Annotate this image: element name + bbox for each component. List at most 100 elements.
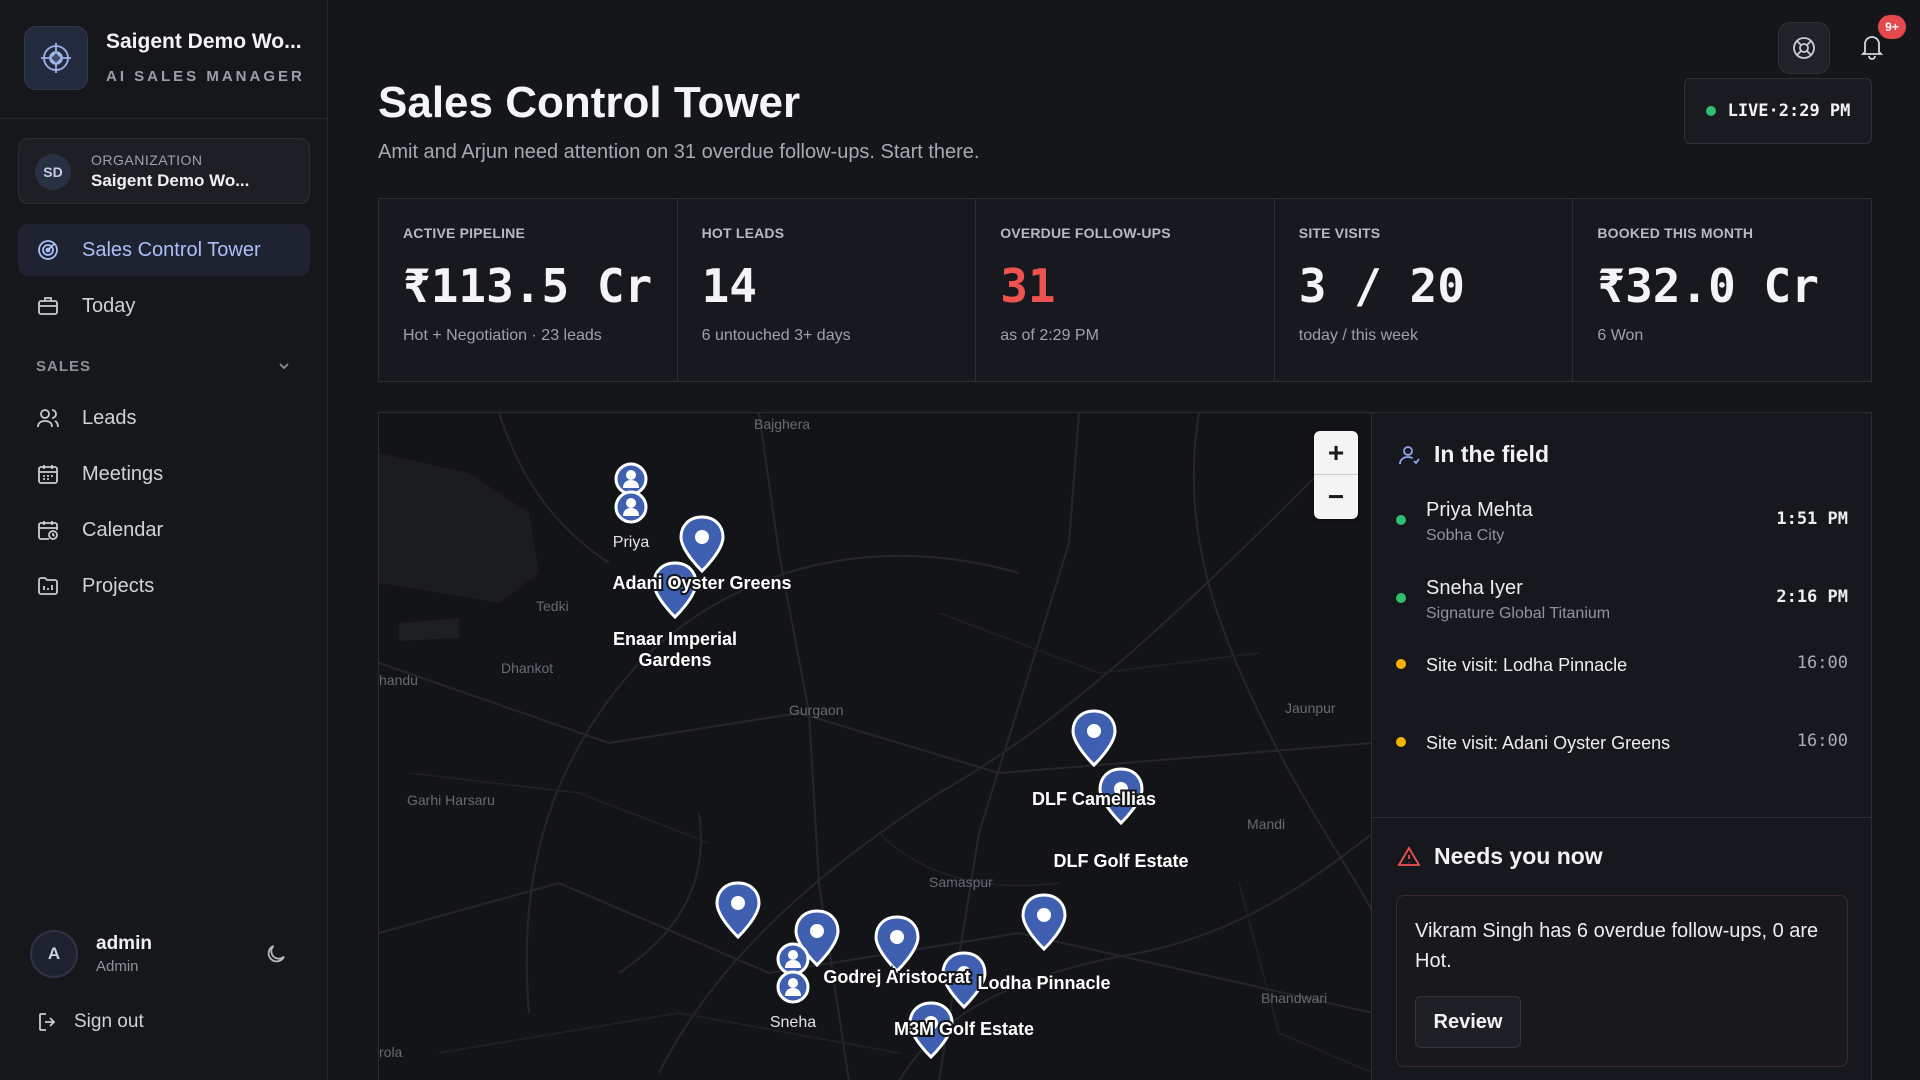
kpi-hot-leads[interactable]: HOT LEADS 14 6 untouched 3+ days	[678, 199, 977, 381]
user-profile[interactable]: A admin Admin	[30, 930, 300, 982]
kpi-sub: as of 2:29 PM	[1000, 327, 1099, 344]
sidebar-item-label: Leads	[82, 406, 137, 429]
map-place-label: Bajghera	[754, 416, 810, 432]
support-button[interactable]	[1778, 22, 1830, 74]
crosshair-logo-icon	[24, 26, 88, 90]
in-the-field-heading: In the field	[1396, 441, 1549, 468]
divider	[0, 118, 328, 119]
map-place-label: Samaspur	[929, 874, 993, 890]
moon-icon[interactable]	[264, 942, 290, 968]
status-dot-icon	[1396, 659, 1406, 669]
status-dot-icon	[1396, 737, 1406, 747]
users-icon	[36, 406, 60, 430]
field-item[interactable]: Sneha Iyer Signature Global Titanium 2:1…	[1396, 569, 1848, 629]
organization-switcher[interactable]: SD ORGANIZATION Saigent Demo Wo...	[18, 138, 310, 204]
field-name: Site visit: Adani Oyster Greens	[1426, 733, 1671, 753]
field-time: 16:00	[1796, 731, 1848, 751]
brand[interactable]: Saigent Demo Wo... AI SALES MANAGER	[24, 26, 324, 92]
status-dot-icon	[1396, 593, 1406, 603]
kpi-sub: 6 Won	[1597, 327, 1644, 344]
kpi-value: 31	[1000, 259, 1056, 313]
kpi-active-pipeline[interactable]: ACTIVE PIPELINE ₹113.5 Cr Hot + Negotiat…	[379, 199, 678, 381]
kpi-site-visits[interactable]: SITE VISITS 3 / 20 today / this week	[1275, 199, 1574, 381]
map-place-label: rola	[379, 1044, 403, 1060]
heading-label: In the field	[1434, 441, 1549, 467]
person-marker-icon[interactable]	[614, 462, 648, 496]
sidebar-item-meetings[interactable]: Meetings	[18, 448, 310, 500]
page-title: Sales Control Tower	[378, 78, 801, 127]
alert-message: Vikram Singh has 6 overdue follow-ups, 0…	[1415, 920, 1819, 972]
map-pin-label: DLF Camellias	[1032, 789, 1156, 809]
live-label: LIVE·2:29 PM	[1727, 101, 1851, 121]
divider	[1372, 817, 1872, 818]
field-name: Priya Mehta	[1426, 499, 1533, 521]
needs-you-now-heading: Needs you now	[1396, 843, 1603, 870]
map-place-label: Tedki	[536, 598, 569, 614]
map-canvas[interactable]: Bajghera Tedki Dhankot handu Gurgaon Gar…	[379, 413, 1372, 1080]
person-icon	[1396, 442, 1422, 468]
org-name: Saigent Demo Wo...	[91, 171, 250, 190]
org-avatar: SD	[35, 154, 71, 190]
person-marker-icon[interactable]	[776, 970, 810, 1004]
user-role: Admin	[96, 958, 139, 975]
map-place-label: Bhandwari	[1261, 990, 1327, 1006]
sidebar-item-today[interactable]: Today	[18, 280, 310, 332]
map-person-label: Priya	[613, 534, 650, 551]
sidebar-item-label: Sales Control Tower	[82, 238, 261, 261]
field-time: 2:16 PM	[1776, 587, 1848, 607]
field-item[interactable]: Site visit: Adani Oyster Greens 16:00	[1396, 713, 1848, 773]
side-panel: In the field Priya Mehta Sobha City 1:51…	[1372, 412, 1872, 1080]
avatar: A	[30, 930, 78, 978]
section-label-sales: SALES	[36, 358, 92, 375]
kpi-booked-this-month[interactable]: BOOKED THIS MONTH ₹32.0 Cr 6 Won	[1573, 199, 1871, 381]
sidebar-item-leads[interactable]: Leads	[18, 392, 310, 444]
map-pin-label: DLF Golf Estate	[1053, 851, 1188, 871]
kpi-sub: Hot + Negotiation · 23 leads	[403, 327, 602, 344]
field-time: 1:51 PM	[1776, 509, 1848, 529]
kpi-overdue-follow-ups[interactable]: OVERDUE FOLLOW-UPS 31 as of 2:29 PM	[976, 199, 1275, 381]
field-place: Signature Global Titanium	[1426, 605, 1611, 622]
map-place-label: Jaunpur	[1285, 700, 1336, 716]
folder-icon	[36, 574, 60, 598]
kpi-value: ₹113.5 Cr	[403, 259, 653, 313]
sidebar-item-sales-control-tower[interactable]: Sales Control Tower	[18, 224, 310, 276]
brand-subtitle: AI SALES MANAGER	[106, 68, 305, 85]
kpi-label: HOT LEADS	[701, 225, 785, 241]
sidebar: Saigent Demo Wo... AI SALES MANAGER SD O…	[0, 0, 328, 1080]
radar-icon	[36, 238, 60, 262]
sidebar-item-calendar[interactable]: Calendar	[18, 504, 310, 556]
chevron-down-icon[interactable]	[276, 358, 292, 374]
person-marker-icon[interactable]	[776, 942, 810, 976]
kpi-label: ACTIVE PIPELINE	[403, 225, 526, 241]
field-item[interactable]: Priya Mehta Sobha City 1:51 PM	[1396, 491, 1848, 551]
kpi-row: ACTIVE PIPELINE ₹113.5 Cr Hot + Negotiat…	[378, 198, 1872, 382]
brand-name: Saigent Demo Wo...	[106, 30, 302, 53]
notification-badge: 9+	[1878, 15, 1906, 39]
map-place-label: Gurgaon	[789, 702, 843, 718]
page-subtitle: Amit and Arjun need attention on 31 over…	[378, 141, 980, 163]
sidebar-item-label: Meetings	[82, 462, 164, 485]
map-place-label: handu	[379, 672, 418, 688]
alert-card: Vikram Singh has 6 overdue follow-ups, 0…	[1396, 895, 1848, 1067]
kpi-label: SITE VISITS	[1298, 225, 1381, 241]
kpi-label: OVERDUE FOLLOW-UPS	[1000, 225, 1171, 241]
kpi-label: BOOKED THIS MONTH	[1597, 225, 1754, 241]
field-place: Sobha City	[1426, 527, 1505, 544]
calendar-grid-icon	[36, 462, 60, 486]
map-pin-label: Godrej Aristocrat	[823, 967, 970, 987]
live-dot-icon	[1705, 106, 1716, 116]
field-item[interactable]: Site visit: Lodha Pinnacle 16:00	[1396, 635, 1848, 695]
sidebar-item-projects[interactable]: Projects	[18, 560, 310, 612]
review-button[interactable]: Review	[1415, 996, 1521, 1048]
zoom-in-button[interactable]: +	[1314, 431, 1358, 475]
map-panel[interactable]: Bajghera Tedki Dhankot handu Gurgaon Gar…	[378, 412, 1372, 1080]
zoom-out-button[interactable]: −	[1314, 475, 1358, 519]
signout-label: Sign out	[74, 1011, 144, 1032]
kpi-value: ₹32.0 Cr	[1597, 259, 1819, 313]
org-label: ORGANIZATION	[91, 152, 203, 168]
signout-button[interactable]: Sign out	[36, 1010, 144, 1034]
map-pin-label: Lodha Pinnacle	[977, 973, 1110, 993]
warning-icon	[1396, 844, 1422, 870]
sidebar-item-label: Today	[82, 294, 136, 317]
person-marker-icon[interactable]	[614, 490, 648, 524]
